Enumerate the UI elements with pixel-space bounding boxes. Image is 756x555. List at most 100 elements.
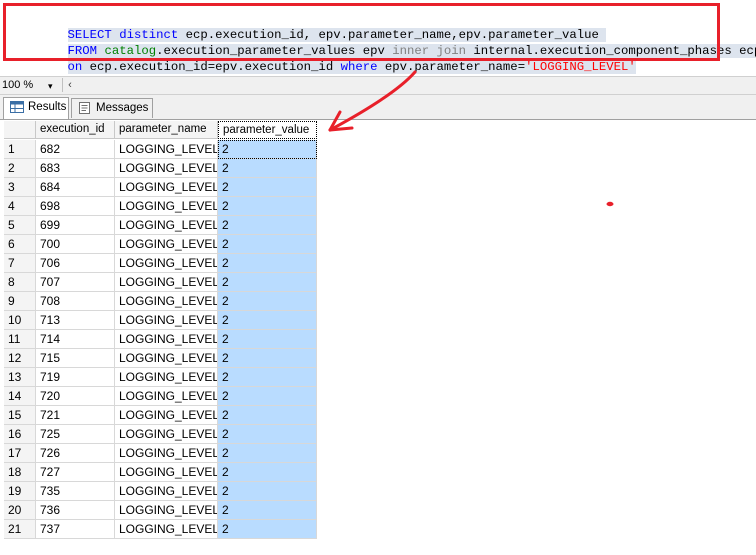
- cell-parameter-name[interactable]: LOGGING_LEVEL: [115, 311, 218, 330]
- cell-execution-id[interactable]: 684: [36, 178, 115, 197]
- cell-parameter-name[interactable]: LOGGING_LEVEL: [115, 292, 218, 311]
- cell-parameter-value[interactable]: 2: [218, 140, 317, 159]
- cell-parameter-value[interactable]: 2: [218, 406, 317, 425]
- cell-execution-id[interactable]: 707: [36, 273, 115, 292]
- column-header-parameter-name[interactable]: parameter_name: [115, 121, 218, 139]
- cell-parameter-value[interactable]: 2: [218, 520, 317, 539]
- cell-parameter-name[interactable]: LOGGING_LEVEL: [115, 463, 218, 482]
- cell-execution-id[interactable]: 726: [36, 444, 115, 463]
- cell-execution-id[interactable]: 699: [36, 216, 115, 235]
- tab-messages[interactable]: Messages: [71, 98, 153, 118]
- row-number[interactable]: 1: [4, 140, 36, 159]
- cell-execution-id[interactable]: 698: [36, 197, 115, 216]
- cell-parameter-value[interactable]: 2: [218, 501, 317, 520]
- cell-parameter-name[interactable]: LOGGING_LEVEL: [115, 482, 218, 501]
- row-number[interactable]: 2: [4, 159, 36, 178]
- editor-statusbar: 100 % ▾ ‹: [0, 76, 756, 95]
- row-number[interactable]: 3: [4, 178, 36, 197]
- scroll-left-button[interactable]: ‹: [62, 78, 77, 92]
- row-number[interactable]: 15: [4, 406, 36, 425]
- cell-parameter-value[interactable]: 2: [218, 425, 317, 444]
- cell-execution-id[interactable]: 683: [36, 159, 115, 178]
- cell-parameter-name[interactable]: LOGGING_LEVEL: [115, 425, 218, 444]
- cell-parameter-value[interactable]: 2: [218, 292, 317, 311]
- column-header-execution-id[interactable]: execution_id: [36, 121, 115, 139]
- row-number[interactable]: 10: [4, 311, 36, 330]
- cell-parameter-name[interactable]: LOGGING_LEVEL: [115, 140, 218, 159]
- row-number[interactable]: 18: [4, 463, 36, 482]
- cell-parameter-value[interactable]: 2: [218, 216, 317, 235]
- row-number[interactable]: 20: [4, 501, 36, 520]
- zoom-dropdown[interactable]: 100 % ▾: [2, 78, 58, 92]
- cell-parameter-name[interactable]: LOGGING_LEVEL: [115, 254, 218, 273]
- cell-parameter-value[interactable]: 2: [218, 387, 317, 406]
- row-number[interactable]: 19: [4, 482, 36, 501]
- cell-parameter-name[interactable]: LOGGING_LEVEL: [115, 520, 218, 539]
- cell-execution-id[interactable]: 706: [36, 254, 115, 273]
- sql-string: 'LOGGING_LEVEL': [525, 60, 636, 74]
- row-number[interactable]: 6: [4, 235, 36, 254]
- tab-results[interactable]: Results: [3, 97, 69, 119]
- cell-execution-id[interactable]: 715: [36, 349, 115, 368]
- grid-icon: [10, 101, 24, 113]
- row-number[interactable]: 16: [4, 425, 36, 444]
- cell-parameter-name[interactable]: LOGGING_LEVEL: [115, 501, 218, 520]
- results-grid[interactable]: execution_id parameter_name parameter_va…: [0, 120, 756, 555]
- horizontal-scrollbar[interactable]: [80, 78, 756, 92]
- cell-execution-id[interactable]: 736: [36, 501, 115, 520]
- cell-parameter-value[interactable]: 2: [218, 254, 317, 273]
- cell-parameter-value[interactable]: 2: [218, 444, 317, 463]
- grid-corner[interactable]: [4, 121, 36, 139]
- cell-parameter-name[interactable]: LOGGING_LEVEL: [115, 159, 218, 178]
- cell-parameter-value[interactable]: 2: [218, 159, 317, 178]
- cell-parameter-name[interactable]: LOGGING_LEVEL: [115, 368, 218, 387]
- cell-parameter-value[interactable]: 2: [218, 235, 317, 254]
- cell-parameter-name[interactable]: LOGGING_LEVEL: [115, 216, 218, 235]
- cell-execution-id[interactable]: 713: [36, 311, 115, 330]
- cell-execution-id[interactable]: 727: [36, 463, 115, 482]
- cell-parameter-name[interactable]: LOGGING_LEVEL: [115, 330, 218, 349]
- cell-execution-id[interactable]: 721: [36, 406, 115, 425]
- cell-parameter-value[interactable]: 2: [218, 330, 317, 349]
- column-header-parameter-value[interactable]: parameter_value: [218, 121, 317, 139]
- cell-execution-id[interactable]: 720: [36, 387, 115, 406]
- cell-parameter-name[interactable]: LOGGING_LEVEL: [115, 178, 218, 197]
- row-number[interactable]: 17: [4, 444, 36, 463]
- cell-parameter-name[interactable]: LOGGING_LEVEL: [115, 444, 218, 463]
- sql-editor[interactable]: SELECT distinct ecp.execution_id, epv.pa…: [0, 0, 756, 76]
- cell-execution-id[interactable]: 682: [36, 140, 115, 159]
- cell-parameter-value[interactable]: 2: [218, 178, 317, 197]
- sql-text: ecp.execution_id=epv.execution_id: [82, 60, 341, 74]
- annotation-box: [3, 3, 720, 61]
- cell-parameter-value[interactable]: 2: [218, 463, 317, 482]
- cell-execution-id[interactable]: 737: [36, 520, 115, 539]
- cell-execution-id[interactable]: 700: [36, 235, 115, 254]
- cell-parameter-value[interactable]: 2: [218, 197, 317, 216]
- cell-parameter-value[interactable]: 2: [218, 273, 317, 292]
- cell-execution-id[interactable]: 708: [36, 292, 115, 311]
- cell-execution-id[interactable]: 735: [36, 482, 115, 501]
- row-number[interactable]: 13: [4, 368, 36, 387]
- cell-parameter-name[interactable]: LOGGING_LEVEL: [115, 349, 218, 368]
- row-number[interactable]: 4: [4, 197, 36, 216]
- cell-execution-id[interactable]: 714: [36, 330, 115, 349]
- row-number[interactable]: 11: [4, 330, 36, 349]
- row-number[interactable]: 5: [4, 216, 36, 235]
- cell-parameter-value[interactable]: 2: [218, 349, 317, 368]
- cell-parameter-value[interactable]: 2: [218, 482, 317, 501]
- cell-parameter-name[interactable]: LOGGING_LEVEL: [115, 235, 218, 254]
- cell-execution-id[interactable]: 725: [36, 425, 115, 444]
- cell-parameter-name[interactable]: LOGGING_LEVEL: [115, 406, 218, 425]
- cell-parameter-name[interactable]: LOGGING_LEVEL: [115, 197, 218, 216]
- cell-parameter-value[interactable]: 2: [218, 311, 317, 330]
- cell-parameter-name[interactable]: LOGGING_LEVEL: [115, 273, 218, 292]
- row-number[interactable]: 7: [4, 254, 36, 273]
- row-number[interactable]: 21: [4, 520, 36, 539]
- row-number[interactable]: 14: [4, 387, 36, 406]
- row-number[interactable]: 12: [4, 349, 36, 368]
- cell-parameter-value[interactable]: 2: [218, 368, 317, 387]
- row-number[interactable]: 8: [4, 273, 36, 292]
- cell-execution-id[interactable]: 719: [36, 368, 115, 387]
- cell-parameter-name[interactable]: LOGGING_LEVEL: [115, 387, 218, 406]
- row-number[interactable]: 9: [4, 292, 36, 311]
